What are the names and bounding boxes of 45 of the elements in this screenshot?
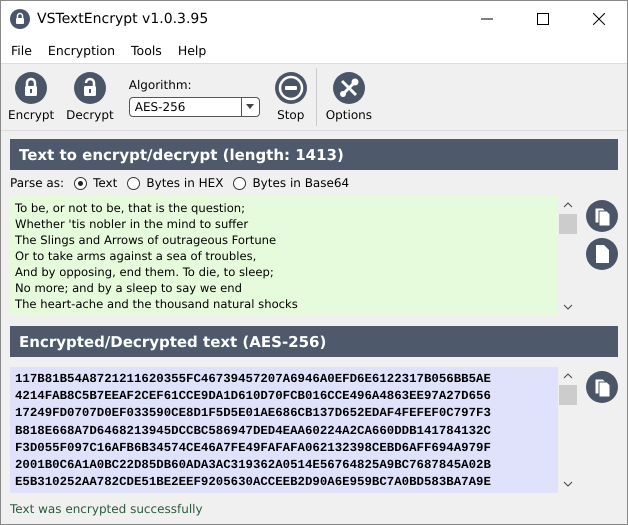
text-area[interactable] [10,196,578,316]
hex-line: E5B310252AA782CDE51BE2EEF9205630ACCEEB2D90A6E959BC7A0BD583BA7A9E [15,474,492,492]
encrypt-label[interactable]: Encrypt [8,108,54,122]
hex-line: F3D055F097C16AFB6B34574CE46A7FE49FAFAFA062132398CEBD6AFF694A979F [15,440,492,457]
algorithm-dropdown[interactable]: AES-256 [128,96,260,116]
text-line: Or to take arms against a sea of troubles, [15,248,258,264]
radio-option[interactable]: Bytes in HEX [127,176,224,190]
copy-icon[interactable] [586,371,618,403]
padlock-icon [10,9,30,29]
document-icon[interactable] [586,238,618,270]
hex-line: 4214FAB8C5B7EEAF2CEF61CCE9DA1D610D70FCB016CCE496A4863EE97A27D656 [15,388,492,406]
window-title: VSTextEncrypt v1.0.3.95 [37,11,208,27]
caret-icon [246,104,254,109]
output-area[interactable] [10,367,578,493]
scrollbar-thumb[interactable] [559,214,577,234]
stop-label[interactable]: Stop [277,108,304,122]
hex-line: 17249FD0707D0EF033590CE8D1F5D5E01AE686CB137D652EDAF4FEFEF0C797F3 [15,405,492,422]
options-label[interactable]: Options [326,108,372,122]
hex-line: 2001B0C6A1A0BC22D85DB60ADA3AC319362A0514E56764825A9BC7687845A02B [15,457,492,474]
hex-line: 117B81B54A8721211620355FC46739457207A6946A0EFD6E6122317B056BB5AE [15,371,492,388]
menu-item[interactable]: Help [170,42,214,58]
text-line: To be, or not to be, that is the question; [15,200,246,216]
text-line: The heart-ache and the thousand natural shocks [15,296,299,312]
radio-option[interactable]: Text [74,176,118,190]
scrollbar-thumb[interactable] [559,385,577,405]
menu-item[interactable]: Tools [123,42,170,58]
text-line: And by opposing, end them. To die, to sleep; [15,264,275,280]
lock-icon[interactable] [15,72,48,104]
section-header: Text to encrypt/decrypt (length: 1413) [10,139,618,170]
text-line: Whether 'tis nobler in the mind to suffer [15,216,250,232]
text-line: The Slings and Arrows of outrageous Fortune [15,232,278,248]
parse-label: Parse as: [10,176,64,190]
tools-icon[interactable] [332,72,365,104]
decrypt-label[interactable]: Decrypt [66,108,114,122]
unlock-icon[interactable] [74,72,106,104]
menu-item[interactable]: Encryption [40,42,124,58]
menu-item[interactable]: File [3,42,40,58]
stop-icon[interactable] [274,72,307,104]
hex-line: B818E668A7D6468213945DCCBC586947DED4EAA60224A2CA660DDB141784132C [15,422,492,440]
radio-option[interactable]: Bytes in Base64 [233,176,350,190]
section-header: Encrypted/Decrypted text (AES-256) [10,326,618,357]
copy-icon[interactable] [586,200,618,232]
text-line: No more; and by a sleep to say we end [15,280,243,296]
algorithm-label: Algorithm: [128,78,193,92]
status-text: Text was encrypted successfully [10,501,204,518]
